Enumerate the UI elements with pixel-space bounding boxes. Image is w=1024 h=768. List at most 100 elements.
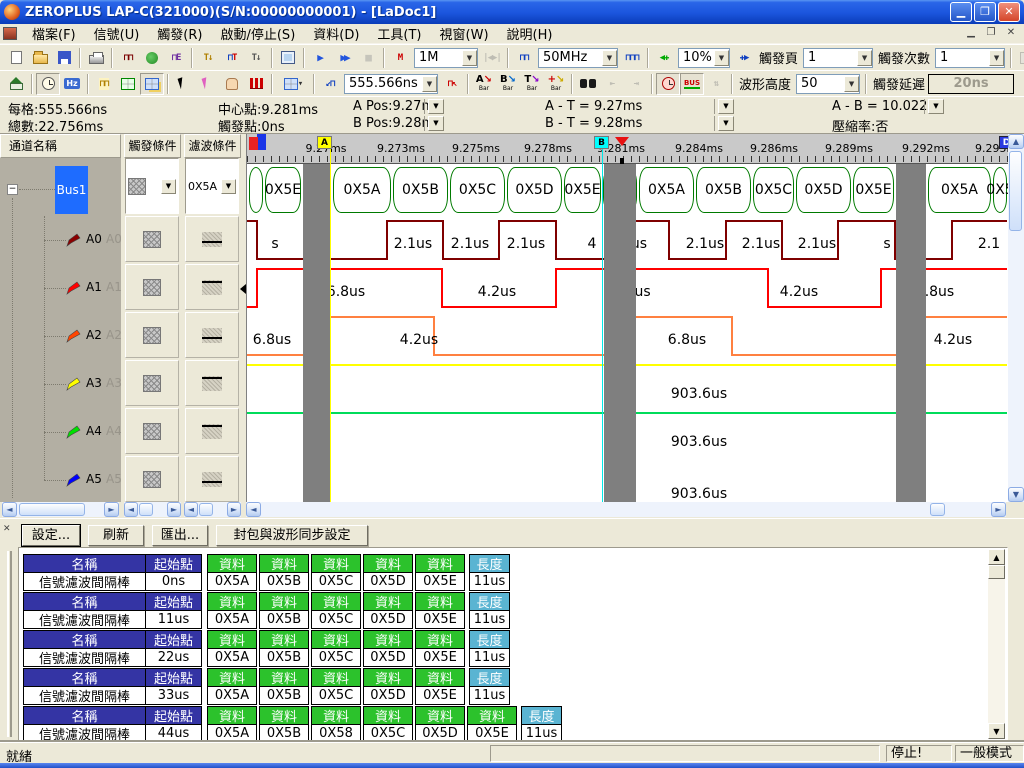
new-file-icon[interactable] [4, 47, 28, 69]
wave-height-combo[interactable]: 50▼ [796, 74, 860, 94]
goto-trigger-icon[interactable]: ⊓↖ [440, 73, 464, 95]
packet-sync-button[interactable]: 封包與波形同步設定 [216, 525, 368, 546]
channel-name-A5[interactable]: A5 [86, 472, 102, 486]
menu-item-0[interactable]: 檔案(F) [23, 22, 85, 45]
trigger-cell-A1[interactable] [125, 264, 179, 310]
print-icon[interactable] [84, 47, 108, 69]
trigger-cell-A5[interactable] [125, 456, 179, 502]
waveform-view-icon[interactable]: ⊓⊓ [92, 73, 116, 95]
run-repeat-icon[interactable]: ▶▶ [332, 47, 356, 69]
packet-list-vscroll[interactable]: ▲ ▼ [988, 549, 1005, 739]
zoom-wave-icon[interactable]: ↙⊓ [318, 73, 342, 95]
sample-rate-combo[interactable]: 50MHz▼ [538, 48, 618, 68]
tree-collapse-icon[interactable]: − [7, 184, 18, 195]
filter-cell-A0[interactable] [185, 216, 239, 262]
waveform-mode-dropdown[interactable]: ▾ [276, 73, 310, 95]
trigger-ratio-combo[interactable]: 10%▼ [678, 48, 730, 68]
packet-block[interactable]: 名稱起始點資料資料資料資料資料長度信號濾波間隔棒11us0X5A0X5B0X5C… [23, 592, 510, 629]
menu-item-4[interactable]: 資料(D) [304, 22, 368, 45]
split-view-icon[interactable] [140, 73, 164, 95]
bus-analyze-icon[interactable]: BUS [680, 73, 704, 95]
menu-item-3[interactable]: 啟動/停止(S) [211, 22, 304, 45]
a-minus-t-dropdown[interactable]: ▼ [718, 99, 734, 114]
minimize-button[interactable]: ▁ [950, 2, 972, 22]
time-display-icon[interactable] [36, 73, 60, 95]
time-ruler[interactable]: 9.27ms9.273ms9.275ms9.278ms9.281ms9.284m… [247, 134, 1008, 164]
mark-cursor-icon[interactable] [196, 73, 220, 95]
trigger-wave-icon[interactable]: ⊓T [220, 47, 244, 69]
channel-name-A0[interactable]: A0 [86, 232, 102, 246]
b-bar-line[interactable] [602, 149, 603, 502]
mdi-restore-icon[interactable]: ❐ [982, 26, 1000, 41]
bus-trigger-cell[interactable]: ▼ [125, 158, 179, 214]
filter-cell-A2[interactable] [185, 312, 239, 358]
chevron-down-icon[interactable]: ▼ [161, 179, 176, 194]
stop-icon[interactable]: ■ [356, 47, 380, 69]
filter-panel-hscroll[interactable]: ◄ ► [184, 502, 241, 517]
chevron-down-icon[interactable]: ▼ [714, 50, 729, 66]
filter-cell-A3[interactable] [185, 360, 239, 406]
packet-block[interactable]: 名稱起始點資料資料資料資料資料長度信號濾波間隔棒0ns0X5A0X5B0X5C0… [23, 554, 510, 591]
trigger-marker-icon[interactable] [615, 137, 629, 146]
d-bar-flag[interactable]: D [999, 136, 1008, 149]
memory-page-icon[interactable]: M [388, 47, 412, 69]
channel-name-A1[interactable]: A1 [86, 280, 102, 294]
b-minus-t-dropdown[interactable]: ▼ [718, 116, 734, 131]
splitter-arrow-icon[interactable] [240, 284, 246, 294]
listing-view-icon[interactable] [116, 73, 140, 95]
trigger-panel-hscroll[interactable]: ◄ ► [124, 502, 181, 517]
chevron-down-icon[interactable]: ▼ [602, 50, 617, 66]
square-wave-icon[interactable]: ⊓⊓⊓ [620, 47, 644, 69]
noise-filter-icon[interactable] [656, 73, 680, 95]
post-trigger-icon[interactable]: ✚▶ [732, 47, 756, 69]
b-bar-icon[interactable]: B↘Bar [496, 73, 520, 95]
trigger-cell-A2[interactable] [125, 312, 179, 358]
add-bar-icon[interactable]: +↘Bar [544, 73, 568, 95]
trigger-mark-icon[interactable]: T↓ [196, 47, 220, 69]
a-minus-b-dropdown[interactable]: ▼ [928, 99, 944, 114]
swap-channel-icon[interactable]: ⇅ [704, 73, 728, 95]
channel-name-A3[interactable]: A3 [86, 376, 102, 390]
next-edge-icon[interactable]: ⇥ [624, 73, 648, 95]
export-button[interactable]: 匯出... [152, 525, 208, 546]
bus-edit-icon[interactable]: ⊓E [164, 47, 188, 69]
packet-block[interactable]: 名稱起始點資料資料資料資料資料長度信號濾波間隔棒22us0X5A0X5B0X5C… [23, 630, 510, 667]
channel-panel-hscroll[interactable]: ◄ ► [2, 502, 119, 517]
chevron-down-icon[interactable]: ▼ [989, 50, 1004, 66]
filter-cell-A5[interactable] [185, 456, 239, 502]
home-icon[interactable] [4, 73, 28, 95]
channel-setup-icon[interactable] [140, 47, 164, 69]
find-icon[interactable] [576, 73, 600, 95]
refresh-button[interactable]: 刷新 [88, 525, 144, 546]
channel-name-A2[interactable]: A2 [86, 328, 102, 342]
stack-window-icon[interactable] [1015, 47, 1024, 69]
module-icon[interactable] [276, 47, 300, 69]
menu-item-6[interactable]: 視窗(W) [431, 22, 498, 45]
open-file-icon[interactable] [28, 47, 52, 69]
menu-item-2[interactable]: 觸發(R) [148, 22, 211, 45]
panel-grip[interactable] [7, 551, 12, 737]
waveform-hscroll[interactable]: ◄ ► [246, 502, 1006, 517]
panel-close-icon[interactable]: ✕ [3, 525, 11, 534]
bar-chart-icon[interactable] [244, 73, 268, 95]
pre-trigger-icon[interactable]: ◀✚ [652, 47, 676, 69]
a-bar-icon[interactable]: A↘Bar [472, 73, 496, 95]
run-icon[interactable]: ▶ [308, 47, 332, 69]
chevron-down-icon[interactable]: ▼ [462, 50, 477, 66]
menu-item-1[interactable]: 信號(U) [85, 22, 149, 45]
channel-name-A4[interactable]: A4 [86, 424, 102, 438]
packet-block[interactable]: 名稱起始點資料資料資料資料資料資料長度信號濾波間隔棒44us0X5A0X5B0X… [23, 706, 562, 741]
waveform-vscroll[interactable]: ▲ ▼ [1008, 134, 1024, 502]
trigger-cell-A0[interactable] [125, 216, 179, 262]
restore-button[interactable]: ❐ [974, 2, 996, 22]
mdi-minimize-icon[interactable]: ▁ [962, 26, 980, 41]
prev-edge-icon[interactable]: ⇤ [600, 73, 624, 95]
trigger-page-combo[interactable]: 1▼ [803, 48, 873, 68]
filter-cell-A4[interactable] [185, 408, 239, 454]
memory-page2-icon[interactable]: |◀▶| [480, 47, 504, 69]
a-pos-dropdown[interactable]: ▼ [428, 99, 444, 114]
trigger-cell-A4[interactable] [125, 408, 179, 454]
bus-name[interactable]: Bus1 [55, 166, 88, 214]
a-bar-flag[interactable]: A [317, 136, 332, 149]
chevron-down-icon[interactable]: ▼ [422, 76, 437, 92]
